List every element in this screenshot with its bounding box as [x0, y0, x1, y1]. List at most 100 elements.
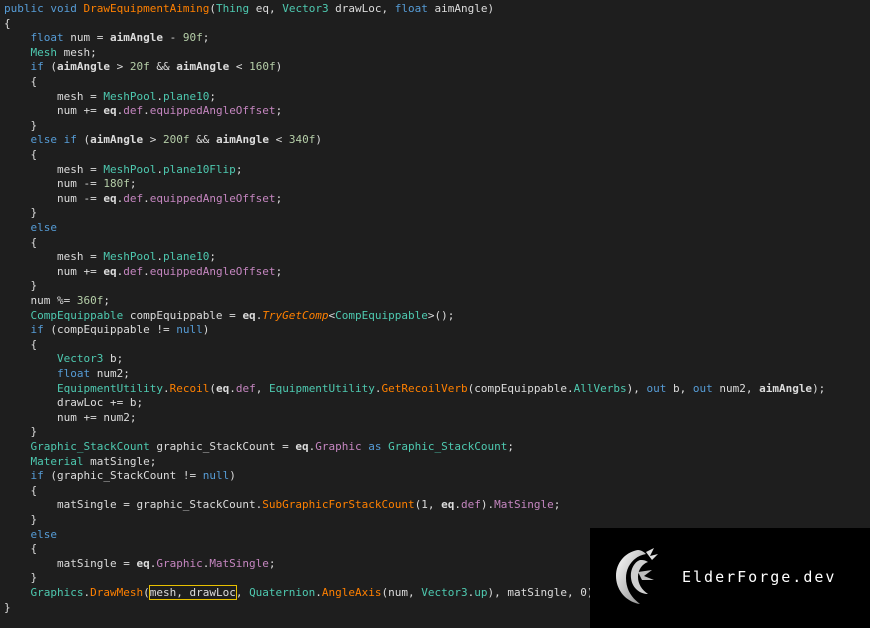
code-token: eq	[103, 104, 117, 118]
code-token: .	[315, 586, 322, 599]
code-line: else	[4, 527, 58, 543]
code-token: matSingle =	[4, 556, 137, 570]
code-token: {	[4, 483, 38, 497]
code-line: num += eq.def.equippedAngleOffset;	[4, 264, 282, 280]
code-token: {	[4, 337, 38, 351]
code-token: <	[229, 60, 250, 74]
code-line: EquipmentUtility.Recoil(eq.def, Equipmen…	[4, 381, 825, 397]
code-token: }	[4, 425, 38, 439]
code-token: if	[30, 323, 44, 337]
code-token: .	[374, 381, 382, 395]
code-token: (	[43, 60, 57, 74]
code-line: if (graphic_StackCount != null)	[4, 468, 236, 484]
code-token: ;	[507, 440, 514, 453]
code-token: }	[4, 600, 11, 614]
code-token: >	[109, 60, 130, 74]
code-token: up	[474, 586, 488, 599]
code-token: MeshPool	[103, 250, 157, 264]
code-token: (	[209, 2, 216, 15]
code-token: .	[162, 381, 170, 395]
watermark-panel: ElderForge.dev	[590, 528, 870, 628]
code-token: MatSingle	[494, 498, 554, 512]
code-token: >();	[427, 308, 455, 322]
code-token: num -=	[4, 191, 104, 205]
code-line: Graphic_StackCount graphic_StackCount = …	[4, 439, 515, 455]
code-line: Mesh mesh;	[4, 45, 97, 61]
code-token: ,	[255, 381, 269, 395]
code-token: aimAngle)	[427, 2, 495, 15]
code-token: num %=	[4, 294, 77, 307]
code-line: Material matSingle;	[4, 454, 157, 470]
code-token: eq	[215, 381, 230, 395]
code-line: CompEquippable compEquippable = eq.TryGe…	[4, 308, 455, 324]
code-line: }	[4, 278, 37, 294]
code-token: drawLoc,	[328, 2, 395, 15]
code-token: )	[315, 133, 322, 147]
code-token: aimAngle	[759, 381, 813, 395]
code-line: {	[4, 541, 37, 557]
code-token: MeshPool	[103, 162, 157, 176]
code-token: AngleAxis	[321, 586, 382, 599]
code-line: mesh = MeshPool.plane10;	[4, 89, 216, 105]
code-token: num2;	[90, 367, 130, 380]
code-token: mesh =	[4, 89, 104, 103]
code-token: ;	[275, 264, 283, 278]
code-token: float	[394, 2, 428, 15]
code-token: (num,	[381, 586, 422, 599]
code-token: null	[176, 323, 203, 337]
code-token: Graphic_StackCount	[30, 440, 150, 453]
code-line: num += num2;	[4, 410, 136, 426]
dragon-logo-icon	[616, 548, 658, 604]
code-token: Graphic	[156, 556, 203, 570]
code-token: null	[202, 469, 230, 483]
code-token: eq	[103, 191, 117, 205]
code-token: }	[4, 118, 38, 132]
code-token: EquipmentUtility	[268, 381, 375, 395]
code-token: ;	[235, 162, 243, 176]
code-token: plane10	[162, 89, 210, 103]
code-line: num -= eq.def.equippedAngleOffset;	[4, 191, 282, 207]
code-token: )	[202, 323, 210, 337]
code-token: ;	[209, 250, 216, 264]
code-token: float	[56, 367, 91, 380]
code-token: (	[76, 133, 91, 147]
code-token: aimAngle	[90, 133, 144, 147]
code-token: Material	[30, 454, 84, 468]
code-line: }	[4, 570, 37, 586]
code-line: {	[4, 74, 37, 90]
code-token: ;	[553, 498, 561, 512]
code-token: }	[4, 279, 38, 293]
code-token: ;	[268, 556, 276, 570]
code-token: Graphic	[315, 440, 362, 453]
code-token: num -=	[4, 177, 104, 191]
code-token: b,	[666, 381, 693, 395]
code-token: out	[646, 381, 667, 395]
code-line: matSingle = graphic_StackCount.SubGraphi…	[4, 497, 560, 513]
code-line: mesh = MeshPool.plane10;	[4, 249, 216, 265]
code-token: aimAngle	[215, 133, 269, 147]
code-token: def	[123, 264, 144, 278]
code-line: public void DrawEquipmentAiming(Thing eq…	[4, 1, 494, 17]
code-token: plane10Flip	[162, 162, 236, 176]
code-token: 90f	[182, 31, 203, 45]
code-line: num -= 180f;	[4, 176, 137, 192]
code-token: >	[143, 133, 163, 147]
code-line: if (aimAngle > 20f && aimAngle < 160f)	[4, 59, 283, 75]
code-token: def	[460, 498, 481, 512]
code-line: }	[4, 512, 37, 528]
code-token: if	[30, 60, 44, 74]
code-token: DrawMesh	[90, 586, 144, 599]
code-token: .	[156, 89, 163, 103]
code-token: )	[275, 60, 283, 74]
code-token: eq	[136, 556, 150, 570]
code-line: {	[4, 337, 37, 353]
code-token: mesh =	[4, 250, 104, 264]
code-token: ),	[626, 381, 647, 395]
code-token: GetRecoilVerb	[381, 381, 468, 395]
